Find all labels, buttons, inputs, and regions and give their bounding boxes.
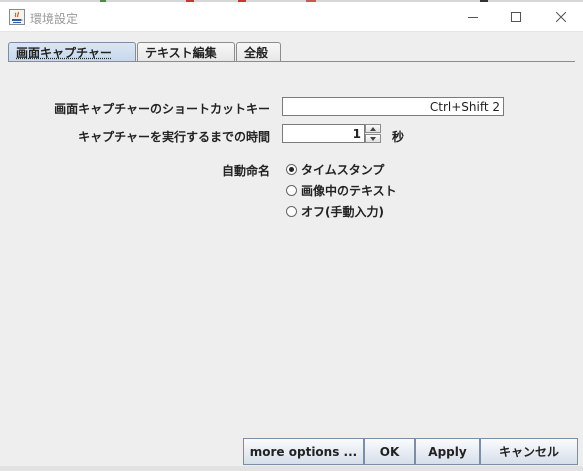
spinner-down-button[interactable] <box>365 134 381 143</box>
more-options-button[interactable]: more options ... <box>243 438 364 465</box>
apply-button[interactable]: Apply <box>415 438 480 465</box>
delay-label: キャプチャーを実行するまでの時間 <box>78 130 270 144</box>
minimize-icon <box>468 17 478 18</box>
cancel-button[interactable]: キャンセル <box>480 438 578 465</box>
auto-name-label: 自動命名 <box>221 164 270 178</box>
shortcut-key-field[interactable]: Ctrl+Shift 2 <box>282 97 504 116</box>
close-button[interactable] <box>539 2 583 32</box>
delay-unit: 秒 <box>392 130 405 144</box>
maximize-button[interactable] <box>494 2 538 32</box>
tab-screen-capture[interactable]: 画面キャプチャー <box>8 42 136 62</box>
radio-label: 画像中のテキスト <box>301 183 397 198</box>
title-bar: 環境設定 <box>0 2 583 32</box>
maximize-icon <box>511 12 521 22</box>
radio-off-manual[interactable]: オフ(手動入力) <box>286 203 384 219</box>
radio-button[interactable] <box>286 184 297 196</box>
ok-button[interactable]: OK <box>364 438 415 465</box>
window-bottom-edge <box>0 466 583 471</box>
delay-input[interactable]: 1 <box>282 124 365 143</box>
tab-label: テキスト編集 <box>145 46 217 60</box>
minimize-button[interactable] <box>451 2 495 32</box>
radio-label: タイムスタンプ <box>301 162 385 177</box>
java-app-icon <box>9 9 25 25</box>
radio-label: オフ(手動入力) <box>301 204 384 219</box>
tab-text-edit[interactable]: テキスト編集 <box>137 42 235 62</box>
arrow-down-icon <box>370 136 376 141</box>
tab-label: 全般 <box>244 46 269 60</box>
radio-image-text[interactable]: 画像中のテキスト <box>286 182 397 198</box>
tab-divider <box>8 61 575 62</box>
radio-button[interactable] <box>286 205 297 217</box>
tab-general[interactable]: 全般 <box>236 42 281 62</box>
close-icon <box>556 12 566 22</box>
window-title: 環境設定 <box>30 12 79 26</box>
radio-button-selected[interactable] <box>286 163 297 175</box>
radio-timestamp[interactable]: タイムスタンプ <box>286 161 384 177</box>
delay-spinner: 1 <box>282 124 381 143</box>
shortcut-label: 画面キャプチャーのショートカットキー <box>54 102 270 116</box>
tab-label: 画面キャプチャー <box>16 46 112 60</box>
arrow-up-icon <box>370 126 376 131</box>
spinner-up-button[interactable] <box>365 124 381 133</box>
